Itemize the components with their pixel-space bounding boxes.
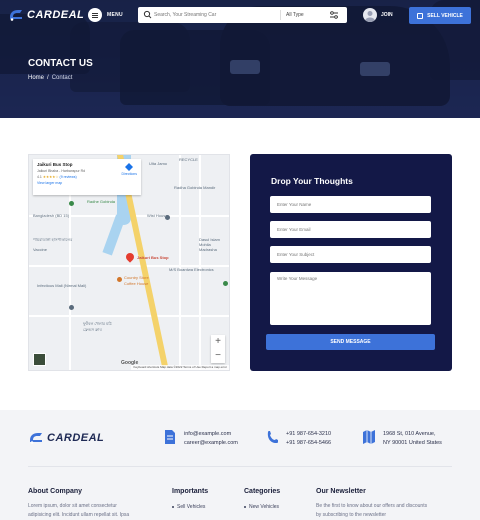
menu-label: MENU: [107, 12, 123, 18]
about-company-text: Lorem ipsum, dolor sit amet consectetur …: [28, 503, 130, 518]
map-icon: [363, 430, 375, 444]
hamburger-icon: [88, 8, 102, 22]
form-title: Drop Your Thoughts: [271, 176, 353, 186]
location-pin-icon[interactable]: [124, 251, 136, 263]
email-primary[interactable]: info@example.com: [184, 430, 238, 439]
footer-logo[interactable]: CARDEAL: [28, 432, 104, 444]
place-marker-icon: [223, 281, 228, 286]
top-navigation: CARDEAL MENU All Type JOIN SELL VEHICLE: [0, 0, 480, 32]
document-icon: [165, 430, 175, 444]
zoom-in-button[interactable]: +: [211, 335, 225, 349]
search-icon[interactable]: [142, 7, 154, 23]
footer-link-sell-vehicles[interactable]: Sell Vehicles: [172, 504, 205, 510]
phone-secondary[interactable]: +91 987-654-5466: [286, 439, 331, 448]
breadcrumb-separator: /: [47, 75, 49, 81]
place-marker-icon: [69, 305, 74, 310]
map-label: পায়রাডাঙ্গা হাসপাতালের: [33, 237, 73, 242]
place-info-card: Jaikuri Bus Stop Jaikuri Bhaba - Harbans…: [33, 159, 141, 195]
contact-form: Drop Your Thoughts SEND MESSAGE: [250, 154, 452, 371]
subject-field[interactable]: [270, 246, 431, 263]
breadcrumb: Home / Contact: [28, 75, 72, 81]
search-input[interactable]: [154, 8, 280, 22]
map-label: Bangladesh (BD 15): [33, 213, 70, 218]
car-logo-icon: [10, 10, 22, 21]
importants-heading: Importants: [172, 488, 209, 495]
map-label: Infectious Mali (Nirmal Mali): [37, 283, 87, 288]
breadcrumb-current: Contact: [51, 75, 73, 81]
place-marker-icon: [165, 215, 170, 220]
search-divider: [280, 10, 281, 20]
newsletter-heading: Our Newsletter: [316, 488, 366, 495]
map-label: Jaikuri Bus Stop: [137, 255, 169, 260]
phone-icon: [267, 431, 278, 443]
directions-icon: [125, 163, 134, 171]
map-label: Country Store: [124, 275, 149, 280]
map-label: ফ্রেন্ডস ক্লাব: [83, 327, 102, 332]
map-label: Ulta Jamo: [149, 161, 168, 166]
address-line-1: 1968 St, 010 Avenue,: [383, 431, 436, 437]
email-info: info@example.com career@example.com: [164, 430, 238, 448]
sell-vehicle-label: SELL VEHICLE: [427, 12, 463, 19]
zoom-controls: + −: [211, 335, 225, 363]
car-logo-icon: [30, 433, 42, 444]
footer-logo-text: CARDEAL: [47, 432, 105, 444]
breadcrumb-home[interactable]: Home: [28, 75, 44, 81]
rating-stars: ★★★★☆: [42, 175, 59, 179]
phone-info: +91 987-654-3210 +91 987-654-5466: [266, 430, 331, 448]
map-label: Coffee House: [124, 281, 149, 286]
join-label: JOIN: [381, 12, 393, 18]
map-label: Radhe Gobinda: [87, 199, 116, 204]
sell-vehicle-button[interactable]: SELL VEHICLE: [409, 7, 471, 24]
menu-button[interactable]: MENU: [88, 8, 123, 22]
message-field[interactable]: [270, 272, 431, 325]
map-label: Radha Gobinda Mandir: [174, 185, 216, 190]
categories-heading: Categories: [244, 488, 281, 495]
address-info: 1968 St, 010 Avenue, NY 90001 United Sta…: [363, 430, 442, 448]
map-label: Vaccine: [33, 247, 47, 252]
footer-divider: [28, 466, 452, 467]
user-avatar-icon: [363, 8, 377, 22]
place-marker-icon: [69, 201, 74, 206]
place-marker-icon: [117, 277, 122, 282]
phone-primary[interactable]: +91 987-654-3210: [286, 430, 331, 439]
logo[interactable]: CARDEAL: [8, 9, 84, 21]
type-select[interactable]: All Type: [286, 12, 324, 18]
map-label: Dasul Islam Mohila Madrasha: [199, 237, 220, 252]
filter-icon[interactable]: [328, 9, 340, 21]
logo-text: CARDEAL: [27, 9, 85, 21]
newsletter-text: Be the first to know about our offers an…: [316, 503, 428, 518]
satellite-toggle[interactable]: [33, 353, 46, 366]
view-larger-map-link[interactable]: View larger map: [37, 181, 137, 185]
map-label: M/S Boardwa Electronics: [169, 267, 214, 272]
location-map[interactable]: Jaikuri Bus Stop Jaikuri Bhaba - Harbans…: [28, 154, 230, 371]
about-company-heading: About Company: [28, 488, 83, 495]
map-label: RECYCLE: [179, 157, 198, 162]
email-career[interactable]: career@example.com: [184, 439, 238, 448]
zoom-out-button[interactable]: −: [211, 349, 225, 363]
address-line-2: NY 90001 United States: [383, 440, 442, 446]
map-attribution: Keyboard shortcuts Map data ©2022 Terms …: [131, 365, 229, 370]
directions-button[interactable]: Directions: [121, 163, 137, 176]
send-message-button[interactable]: SEND MESSAGE: [266, 334, 435, 350]
vehicle-icon: [417, 12, 424, 19]
join-button[interactable]: JOIN: [363, 8, 393, 22]
page-title: CONTACT US: [28, 58, 93, 69]
search-bar: All Type: [138, 7, 347, 23]
footer: CARDEAL info@example.com career@example.…: [0, 410, 480, 520]
footer-link-new-vehicles[interactable]: New Vehicles: [244, 504, 279, 510]
email-field[interactable]: [270, 221, 431, 238]
name-field[interactable]: [270, 196, 431, 213]
